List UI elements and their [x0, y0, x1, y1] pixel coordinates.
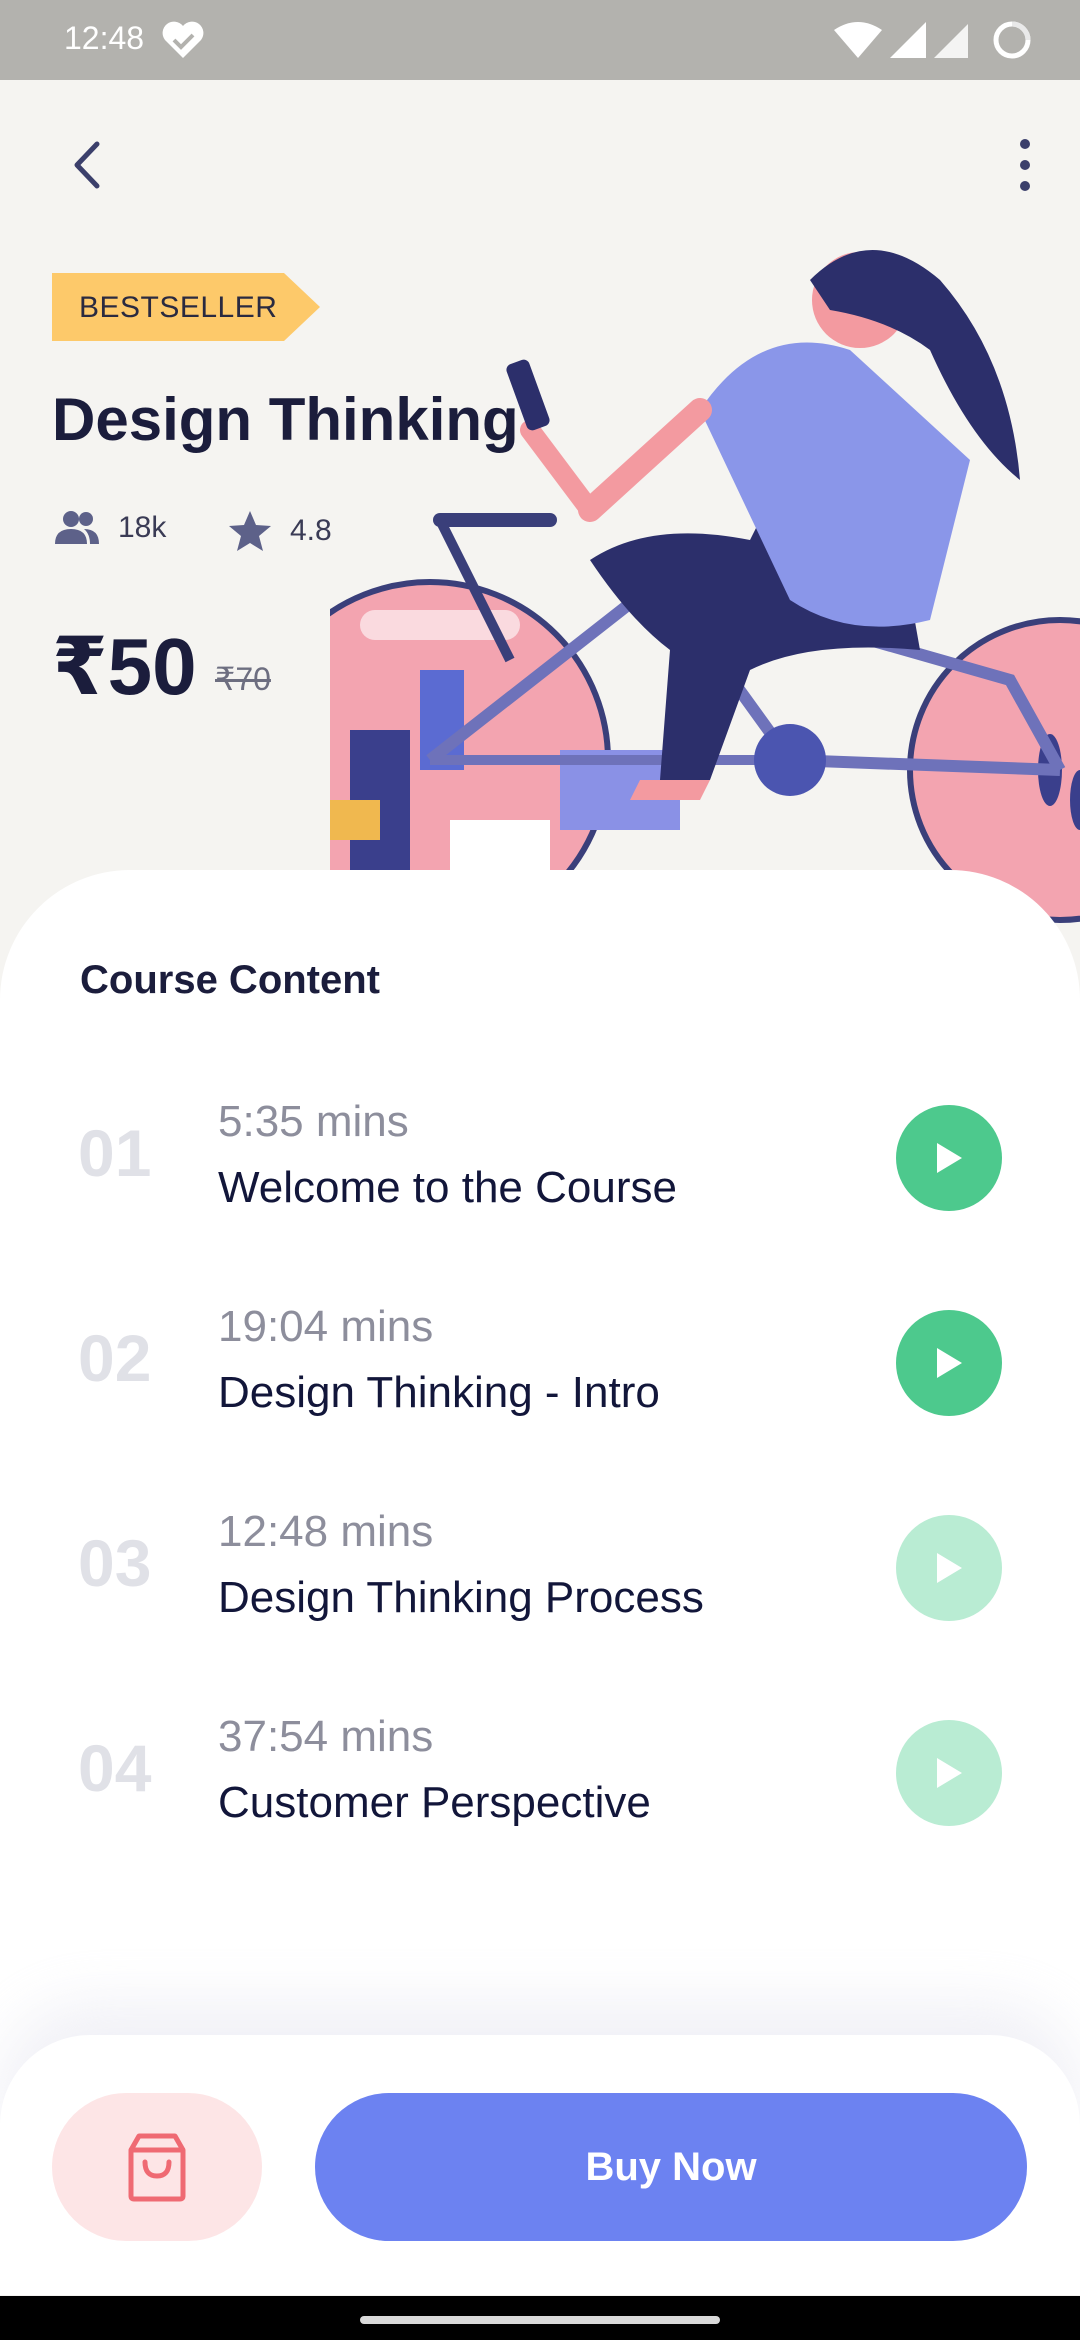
signal-icon-2: [934, 24, 968, 58]
more-vertical-icon: [1020, 139, 1030, 191]
navigation-bar: [0, 2296, 1080, 2340]
play-button[interactable]: [896, 1105, 1002, 1211]
users-icon: [55, 511, 99, 544]
course-title: Design Thinking: [52, 386, 519, 453]
lesson-number: 02: [78, 1321, 152, 1395]
play-button-locked[interactable]: [896, 1515, 1002, 1621]
original-price: ₹70: [215, 661, 271, 697]
status-icons: [834, 21, 1031, 59]
rating: 4.8: [228, 510, 332, 552]
more-options-button[interactable]: [1000, 130, 1050, 200]
cyclist-illustration: [330, 250, 1080, 940]
wifi-icon: [834, 22, 882, 58]
play-button-locked[interactable]: [896, 1720, 1002, 1826]
students-value: 18k: [118, 511, 167, 544]
back-arrow-icon: [74, 141, 100, 189]
course-hero: BESTSELLER Design Thinking 18k 4.8 ₹50 ₹…: [0, 80, 1080, 940]
play-icon: [937, 1758, 962, 1788]
course-content-sheet: Course Content 01 5:35 mins Welcome to t…: [0, 870, 1080, 2170]
lesson-title: Welcome to the Course: [218, 1163, 677, 1212]
lesson-duration: 19:04 mins: [218, 1302, 434, 1351]
play-icon: [937, 1348, 962, 1378]
bottom-action-bar: Buy Now: [0, 2035, 1080, 2295]
bestseller-badge: BESTSELLER: [52, 273, 322, 341]
lesson-item[interactable]: 04 37:54 mins Customer Perspective: [0, 1700, 1080, 1840]
status-time: 12:48: [64, 20, 145, 56]
lesson-number: 03: [78, 1526, 152, 1600]
home-gesture-handle[interactable]: [360, 2316, 720, 2324]
lesson-number: 04: [78, 1731, 152, 1805]
rating-value: 4.8: [290, 514, 332, 547]
add-to-cart-button[interactable]: [52, 2093, 262, 2241]
lesson-item[interactable]: 02 19:04 mins Design Thinking - Intro: [0, 1290, 1080, 1430]
current-price: ₹50: [52, 622, 197, 711]
play-icon: [937, 1553, 962, 1583]
shopping-bag-icon: [128, 2133, 186, 2202]
lesson-title: Customer Perspective: [218, 1778, 651, 1827]
lesson-number: 01: [78, 1116, 152, 1190]
buy-now-button[interactable]: Buy Now: [315, 2093, 1027, 2241]
lesson-duration: 5:35 mins: [218, 1097, 409, 1146]
lesson-duration: 12:48 mins: [218, 1507, 434, 1556]
signal-icon: [890, 22, 926, 58]
play-icon: [937, 1143, 962, 1173]
status-bar: 12:48: [0, 0, 1080, 80]
lesson-item[interactable]: 01 5:35 mins Welcome to the Course: [0, 1085, 1080, 1225]
play-button[interactable]: [896, 1310, 1002, 1416]
students-count: 18k: [54, 510, 166, 546]
lesson-title: Design Thinking Process: [218, 1573, 704, 1622]
back-button[interactable]: [56, 130, 116, 200]
lesson-item[interactable]: 03 12:48 mins Design Thinking Process: [0, 1495, 1080, 1635]
lesson-duration: 37:54 mins: [218, 1712, 434, 1761]
star-icon: [229, 511, 271, 551]
lesson-title: Design Thinking - Intro: [218, 1368, 660, 1417]
heart-check-icon: [162, 21, 204, 59]
section-title: Course Content: [80, 958, 380, 1002]
badge-label: BESTSELLER: [79, 291, 278, 324]
